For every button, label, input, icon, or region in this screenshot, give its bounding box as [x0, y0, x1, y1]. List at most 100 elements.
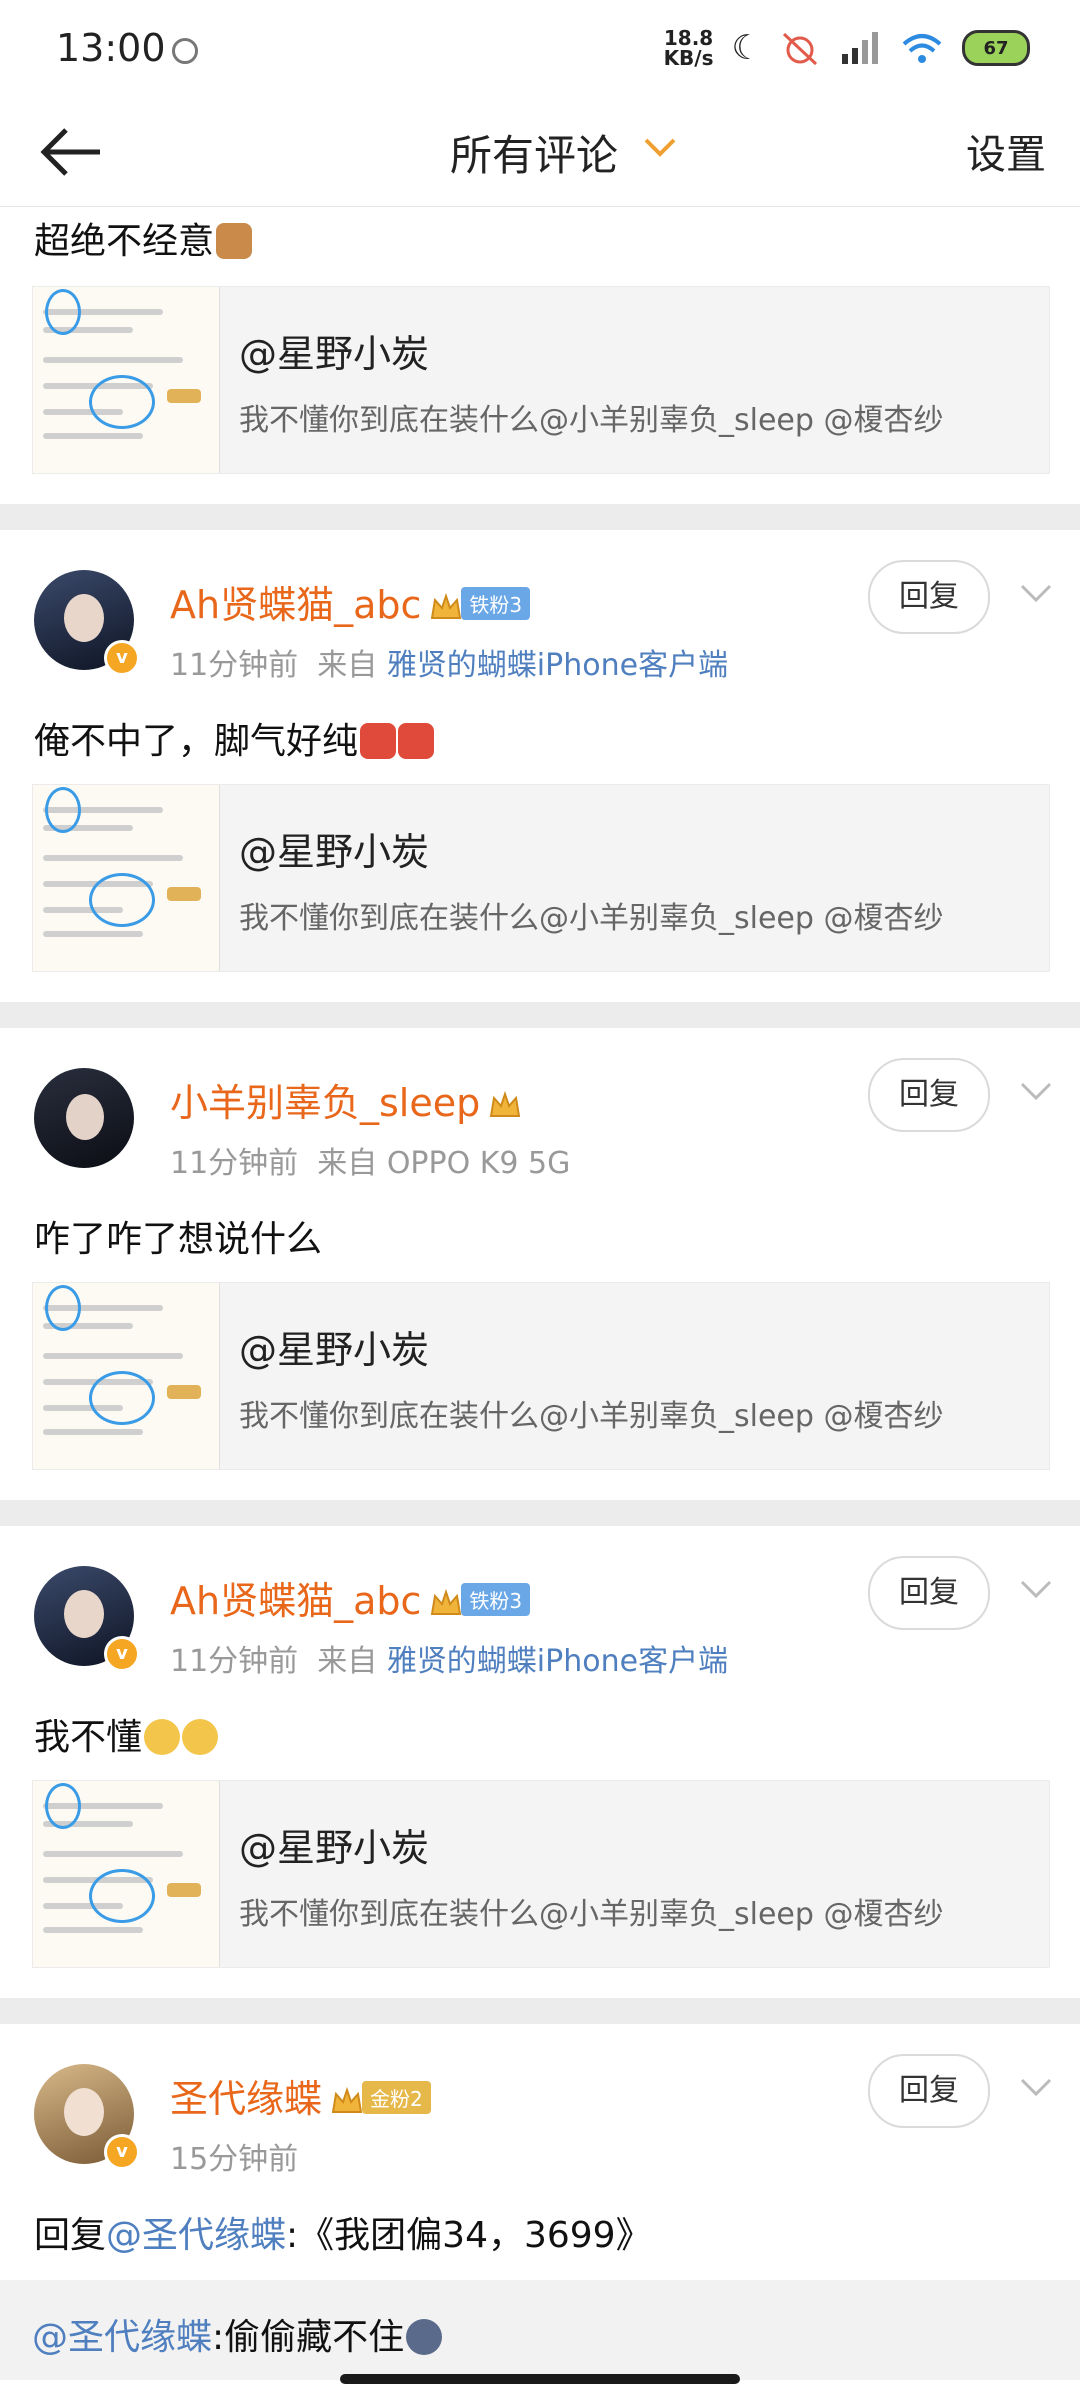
- chevron-down-icon[interactable]: [640, 128, 680, 168]
- comment-source[interactable]: 雅贤的蝴蝶iPhone客户端: [387, 648, 728, 683]
- confused-face-icon: [182, 1719, 219, 1755]
- alarm-off-icon: [782, 32, 818, 66]
- comment-username[interactable]: 小羊别辜负_sleep: [170, 1072, 522, 1127]
- quoted-post[interactable]: @星野小炭 我不懂你到底在装什么@小羊别辜负_sleep @榎杏纱: [32, 1780, 1050, 1968]
- sub-reply-text: @圣代缘蝶:偷偷藏不住: [32, 2308, 443, 2360]
- verified-badge-icon: v: [104, 2134, 140, 2170]
- see-no-evil-monkey-icon: [216, 223, 253, 259]
- comment-username[interactable]: 圣代缘蝶 金粉2: [170, 2068, 431, 2123]
- confused-face-icon: [144, 1719, 181, 1755]
- crown-icon: [490, 1090, 521, 1117]
- comment-time: 15分钟前: [170, 2142, 299, 2177]
- moon-icon: ☾: [731, 28, 762, 68]
- sub-reply-content: :偷偷藏不住: [212, 2317, 405, 2358]
- quoted-post-author: @星野小炭: [239, 1328, 430, 1372]
- chevron-down-icon[interactable]: [1018, 1572, 1054, 1608]
- comment-username[interactable]: Ah贤蝶猫_abc 铁粉3: [170, 574, 531, 629]
- comment-meta: 11分钟前 来自 雅贤的蝴蝶iPhone客户端: [170, 640, 728, 684]
- notification-icon: [172, 38, 198, 64]
- comment-text-content: 我不懂: [34, 1717, 143, 1758]
- comment-text-content: :《我团偏34，3699》: [286, 2215, 652, 2256]
- mention-link[interactable]: @圣代缘蝶: [32, 2317, 212, 2358]
- sticker-icon: [398, 723, 435, 759]
- quoted-post[interactable]: @星野小炭 我不懂你到底在装什么@小羊别辜负_sleep @榎杏纱: [32, 1282, 1050, 1470]
- reply-button[interactable]: 回复: [868, 1556, 990, 1630]
- quoted-post-thumbnail: [33, 287, 220, 473]
- speed-value: 18.8: [663, 26, 714, 50]
- top-nav-bar: 所有评论 设置: [0, 100, 1080, 207]
- wifi-icon: [902, 34, 942, 63]
- comment-text: 回复@圣代缘蝶:《我团偏34，3699》: [34, 2206, 652, 2258]
- quoted-post-text: 我不懂你到底在装什么@小羊别辜负_sleep @榎杏纱: [239, 1897, 944, 1932]
- home-indicator[interactable]: [340, 2374, 740, 2384]
- battery-level: 67: [983, 37, 1009, 59]
- chevron-down-icon[interactable]: [1018, 2070, 1054, 2106]
- fan-level-badge: 金粉2: [362, 2081, 431, 2114]
- comment-text-content: 超绝不经意: [34, 221, 215, 262]
- settings-button[interactable]: 设置: [966, 122, 1046, 180]
- comment-text: 咋了咋了想说什么: [34, 1210, 322, 1262]
- quoted-post-thumbnail: [33, 1781, 220, 1967]
- comment-time: 11分钟前: [170, 1146, 299, 1181]
- comment-text-content: 咋了咋了想说什么: [34, 1219, 323, 1260]
- reply-button[interactable]: 回复: [868, 1058, 990, 1132]
- divider: [0, 1998, 1080, 2024]
- crown-icon: [431, 592, 462, 619]
- comment-text: 我不懂: [34, 1708, 219, 1760]
- username-text[interactable]: 小羊别辜负_sleep: [170, 1081, 480, 1125]
- fan-level-badge: 铁粉3: [461, 587, 531, 620]
- comment-meta: 15分钟前: [170, 2134, 298, 2178]
- from-label: 来自: [317, 1644, 378, 1679]
- divider: [0, 504, 1080, 530]
- comment-source: OPPO K9 5G: [386, 1146, 571, 1181]
- crown-icon: [331, 2086, 363, 2113]
- quoted-post-author: @星野小炭: [239, 332, 430, 376]
- back-arrow-icon[interactable]: [36, 122, 106, 182]
- quoted-post-text: 我不懂你到底在装什么@小羊别辜负_sleep @榎杏纱: [239, 403, 944, 438]
- verified-badge-icon: v: [104, 1636, 140, 1672]
- speed-unit: KB/s: [663, 46, 714, 70]
- comment-meta: 11分钟前 来自 雅贤的蝴蝶iPhone客户端: [170, 1636, 728, 1680]
- comment-text: 俺不中了，脚气好纯: [34, 712, 435, 764]
- username-text[interactable]: Ah贤蝶猫_abc: [170, 1579, 421, 1623]
- signal-icon: [842, 32, 878, 64]
- comment-time: 11分钟前: [170, 1644, 299, 1679]
- sub-reply[interactable]: @圣代缘蝶:偷偷藏不住: [0, 2280, 1080, 2380]
- quoted-post-author: @星野小炭: [239, 1826, 430, 1870]
- quoted-post-thumbnail: [33, 1283, 220, 1469]
- reply-button[interactable]: 回复: [868, 2054, 990, 2128]
- page-title[interactable]: 所有评论: [450, 122, 618, 183]
- chevron-down-icon[interactable]: [1018, 576, 1054, 612]
- network-speed: 18.8 KB/s: [664, 28, 714, 68]
- quoted-post-author: @星野小炭: [239, 830, 430, 874]
- quoted-post-text: 我不懂你到底在装什么@小羊别辜负_sleep @榎杏纱: [239, 901, 944, 936]
- username-text[interactable]: 圣代缘蝶: [170, 2077, 322, 2121]
- reply-prefix: 回复: [34, 2215, 107, 2256]
- chevron-down-icon[interactable]: [1018, 1074, 1054, 1110]
- from-label: 来自: [317, 1146, 378, 1181]
- comment-meta: 11分钟前 来自 OPPO K9 5G: [170, 1138, 570, 1182]
- status-time: 13:00: [56, 26, 166, 70]
- divider: [0, 1002, 1080, 1028]
- fan-level-badge: 铁粉3: [461, 1583, 531, 1616]
- comment-time: 11分钟前: [170, 648, 299, 683]
- verified-badge-icon: v: [104, 640, 140, 676]
- quoted-post[interactable]: @星野小炭 我不懂你到底在装什么@小羊别辜负_sleep @榎杏纱: [32, 286, 1050, 474]
- comment-username[interactable]: Ah贤蝶猫_abc 铁粉3: [170, 1570, 531, 1625]
- crown-icon: [431, 1588, 462, 1615]
- battery-indicator: 67: [962, 30, 1030, 66]
- username-text[interactable]: Ah贤蝶猫_abc: [170, 583, 421, 627]
- status-bar: 13:00 18.8 KB/s ☾ 67: [0, 0, 1080, 100]
- comment-source[interactable]: 雅贤的蝴蝶iPhone客户端: [387, 1644, 728, 1679]
- comment-text-content: 俺不中了，脚气好纯: [34, 721, 359, 762]
- quoted-post-text: 我不懂你到底在装什么@小羊别辜负_sleep @榎杏纱: [239, 1399, 944, 1434]
- quoted-post[interactable]: @星野小炭 我不懂你到底在装什么@小羊别辜负_sleep @榎杏纱: [32, 784, 1050, 972]
- avatar[interactable]: [34, 1068, 134, 1168]
- divider: [0, 1500, 1080, 1526]
- reply-button[interactable]: 回复: [868, 560, 990, 634]
- from-label: 来自: [317, 648, 378, 683]
- moon-face-icon: [406, 2319, 443, 2355]
- quoted-post-thumbnail: [33, 785, 220, 971]
- mention-link[interactable]: @圣代缘蝶: [106, 2215, 286, 2256]
- comment-text: 超绝不经意: [34, 212, 253, 264]
